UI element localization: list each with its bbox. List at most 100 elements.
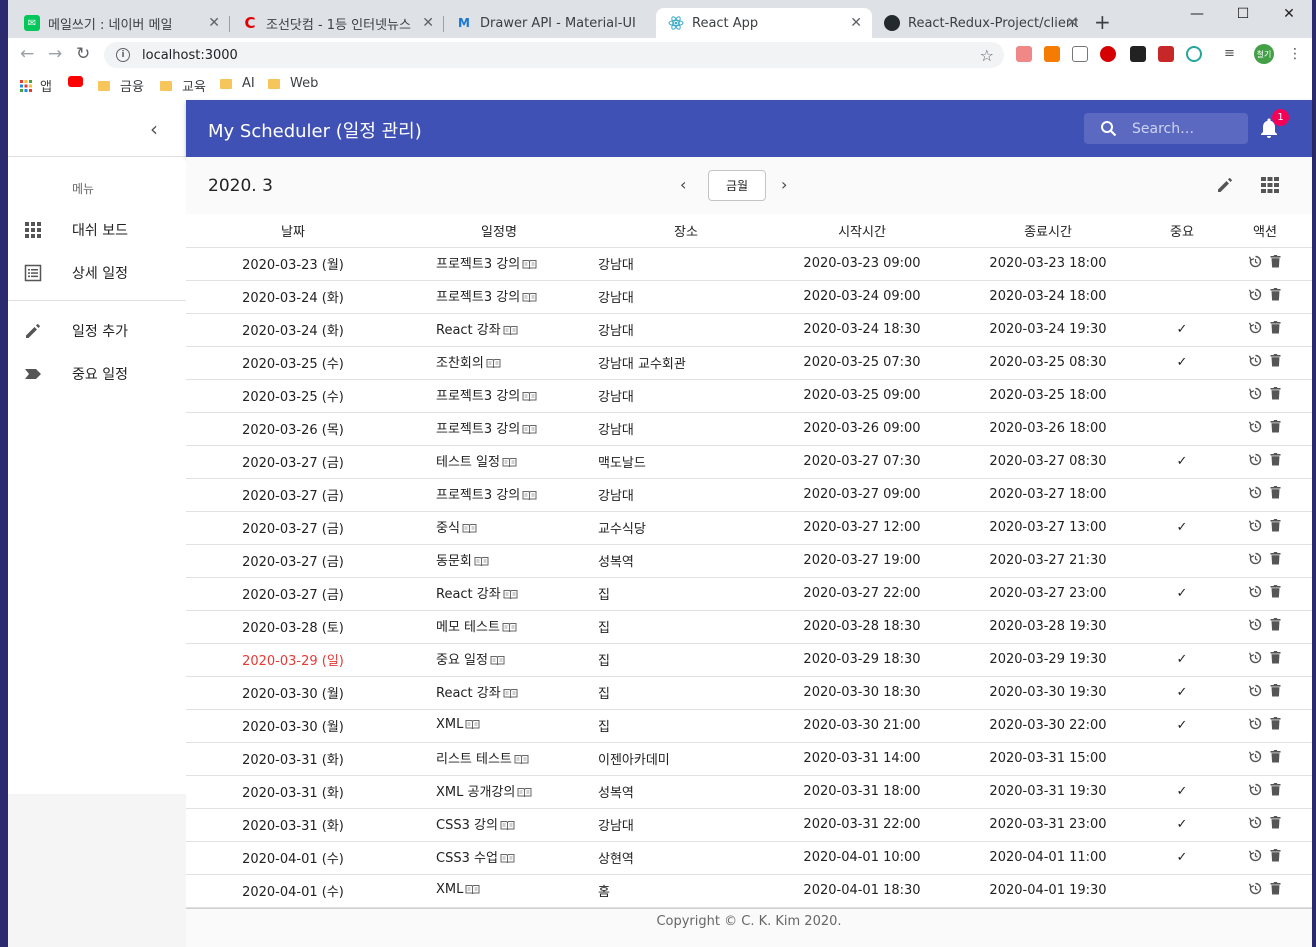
table-row[interactable]: 2020-04-01 (수) CSS3 수업 상현역 2020-04-01 10:00…	[186, 841, 1312, 875]
extension-icon[interactable]	[1186, 46, 1202, 62]
restore-icon[interactable]	[1248, 354, 1262, 371]
cell-title[interactable]: XML	[400, 709, 598, 743]
bookmark-folder-ai[interactable]: AI	[220, 76, 255, 91]
table-row[interactable]: 2020-03-27 (금) 중식 교수식당 2020-03-27 12:00 2020…	[186, 511, 1312, 545]
restore-icon[interactable]	[1248, 552, 1262, 569]
column-header[interactable]: 시작시간	[774, 214, 950, 248]
delete-icon[interactable]	[1270, 882, 1281, 899]
table-row[interactable]: 2020-03-29 (일) 중요 일정 집 2020-03-29 18:30 2020…	[186, 643, 1312, 677]
delete-icon[interactable]	[1270, 387, 1281, 404]
cell-title[interactable]: XML	[400, 874, 598, 908]
restore-icon[interactable]	[1248, 618, 1262, 635]
table-row[interactable]: 2020-03-27 (금) 테스트 일정 맥도날드 2020-03-27 07:30…	[186, 445, 1312, 479]
table-row[interactable]: 2020-03-31 (화) 리스트 테스트 이젠아카데미 2020-03-31 14…	[186, 742, 1312, 776]
table-row[interactable]: 2020-03-27 (금) 프로젝트3 강의 강남대 2020-03-27 09:0…	[186, 478, 1312, 512]
tab-material-ui[interactable]: M Drawer API - Material-UI	[444, 8, 656, 38]
cell-title[interactable]: 중요 일정	[400, 643, 598, 677]
restore-icon[interactable]	[1248, 288, 1262, 305]
table-row[interactable]: 2020-03-30 (월) React 강좌 집 2020-03-30 18:30 2…	[186, 676, 1312, 710]
adblock-icon[interactable]	[1100, 46, 1116, 62]
restore-icon[interactable]	[1248, 486, 1262, 503]
terminal-extension-icon[interactable]	[1130, 46, 1146, 62]
delete-icon[interactable]	[1270, 255, 1281, 272]
restore-icon[interactable]	[1248, 882, 1262, 899]
extension-icon[interactable]	[1044, 46, 1060, 62]
current-month-button[interactable]: 금월	[708, 170, 766, 201]
extension-icon[interactable]	[1072, 46, 1088, 62]
media-icon[interactable]: ≡	[1224, 46, 1240, 62]
next-month-chevron-icon[interactable]: ›	[781, 175, 787, 194]
table-row[interactable]: 2020-03-30 (월) XML 집 2020-03-30 21:00 2020-0…	[186, 709, 1312, 743]
cell-title[interactable]: XML 공개강의	[400, 775, 598, 809]
restore-icon[interactable]	[1248, 453, 1262, 470]
cell-title[interactable]: 프로젝트3 강의	[400, 412, 598, 446]
delete-icon[interactable]	[1270, 321, 1281, 338]
delete-icon[interactable]	[1270, 750, 1281, 767]
column-header[interactable]: 종료시간	[950, 214, 1146, 248]
cell-title[interactable]: 프로젝트3 강의	[400, 478, 598, 512]
cell-title[interactable]: 동문회	[400, 544, 598, 578]
close-window-icon[interactable]: ✕	[1266, 0, 1312, 28]
column-header[interactable]: 일정명	[400, 214, 598, 248]
close-tab-icon[interactable]: ✕	[850, 15, 862, 31]
cell-title[interactable]: 메모 테스트	[400, 610, 598, 644]
sidebar-item-dashboard[interactable]: 대쉬 보드	[8, 210, 186, 250]
sidebar-item-add[interactable]: 일정 추가	[8, 311, 186, 351]
restore-icon[interactable]	[1248, 717, 1262, 734]
restore-icon[interactable]	[1248, 684, 1262, 701]
close-tab-icon[interactable]: ✕	[208, 15, 220, 31]
column-header[interactable]: 날짜	[186, 214, 400, 248]
cell-title[interactable]: 테스트 일정	[400, 445, 598, 479]
tab-react-app[interactable]: React App ✕	[656, 8, 872, 38]
cell-title[interactable]: 프로젝트3 강의	[400, 247, 598, 281]
delete-icon[interactable]	[1270, 849, 1281, 866]
table-row[interactable]: 2020-03-31 (화) CSS3 강의 강남대 2020-03-31 22:00…	[186, 808, 1312, 842]
restore-icon[interactable]	[1248, 420, 1262, 437]
more-menu-icon[interactable]: ⋮	[1288, 46, 1304, 62]
restore-icon[interactable]	[1248, 585, 1262, 602]
tab-naver-mail[interactable]: ✉ 메일쓰기 : 네이버 메일 ✕	[12, 8, 230, 38]
sidebar-item-detail[interactable]: 상세 일정	[8, 253, 186, 293]
delete-icon[interactable]	[1270, 618, 1281, 635]
cell-title[interactable]: CSS3 수업	[400, 841, 598, 875]
delete-icon[interactable]	[1270, 816, 1281, 833]
delete-icon[interactable]	[1270, 519, 1281, 536]
bookmark-folder-finance[interactable]: 금융	[98, 76, 144, 95]
extension-icon[interactable]	[1158, 46, 1174, 62]
restore-icon[interactable]	[1248, 750, 1262, 767]
address-bar[interactable]: i localhost:3000 ☆	[104, 42, 1004, 68]
chevron-left-icon[interactable]: ‹	[150, 117, 158, 141]
table-row[interactable]: 2020-03-28 (토) 메모 테스트 집 2020-03-28 18:30 202…	[186, 610, 1312, 644]
delete-icon[interactable]	[1270, 585, 1281, 602]
table-row[interactable]: 2020-03-25 (수) 조찬회의 강남대 교수회관 2020-03-25 07:…	[186, 346, 1312, 380]
new-tab-button[interactable]: +	[1094, 10, 1111, 34]
column-header[interactable]: 장소	[598, 214, 774, 248]
restore-icon[interactable]	[1248, 321, 1262, 338]
cell-title[interactable]: React 강좌	[400, 313, 598, 347]
cell-title[interactable]: React 강좌	[400, 676, 598, 710]
youtube-icon[interactable]	[68, 76, 83, 87]
table-row[interactable]: 2020-03-26 (목) 프로젝트3 강의 강남대 2020-03-26 09:0…	[186, 412, 1312, 446]
search-input[interactable]	[1132, 119, 1242, 139]
forward-icon[interactable]: →	[48, 44, 62, 64]
delete-icon[interactable]	[1270, 453, 1281, 470]
delete-icon[interactable]	[1270, 354, 1281, 371]
delete-icon[interactable]	[1270, 486, 1281, 503]
tab-chosun[interactable]: C 조선닷컴 - 1등 인터넷뉴스 ✕	[230, 8, 444, 38]
maximize-icon[interactable]: ☐	[1220, 0, 1266, 28]
cell-title[interactable]: 리스트 테스트	[400, 742, 598, 776]
prev-month-chevron-icon[interactable]: ‹	[680, 175, 686, 194]
bookmark-folder-web[interactable]: Web	[268, 76, 318, 91]
table-row[interactable]: 2020-03-27 (금) React 강좌 집 2020-03-27 22:00 2…	[186, 577, 1312, 611]
delete-icon[interactable]	[1270, 552, 1281, 569]
cell-title[interactable]: React 강좌	[400, 577, 598, 611]
bookmark-folder-education[interactable]: 교육	[160, 76, 206, 95]
table-row[interactable]: 2020-03-25 (수) 프로젝트3 강의 강남대 2020-03-25 09:0…	[186, 379, 1312, 413]
cell-title[interactable]: 프로젝트3 강의	[400, 280, 598, 314]
restore-icon[interactable]	[1248, 519, 1262, 536]
delete-icon[interactable]	[1270, 717, 1281, 734]
delete-icon[interactable]	[1270, 420, 1281, 437]
restore-icon[interactable]	[1248, 816, 1262, 833]
tab-github[interactable]: React-Redux-Project/client/ ✕	[872, 8, 1088, 38]
column-header[interactable]: 중요	[1146, 214, 1218, 248]
